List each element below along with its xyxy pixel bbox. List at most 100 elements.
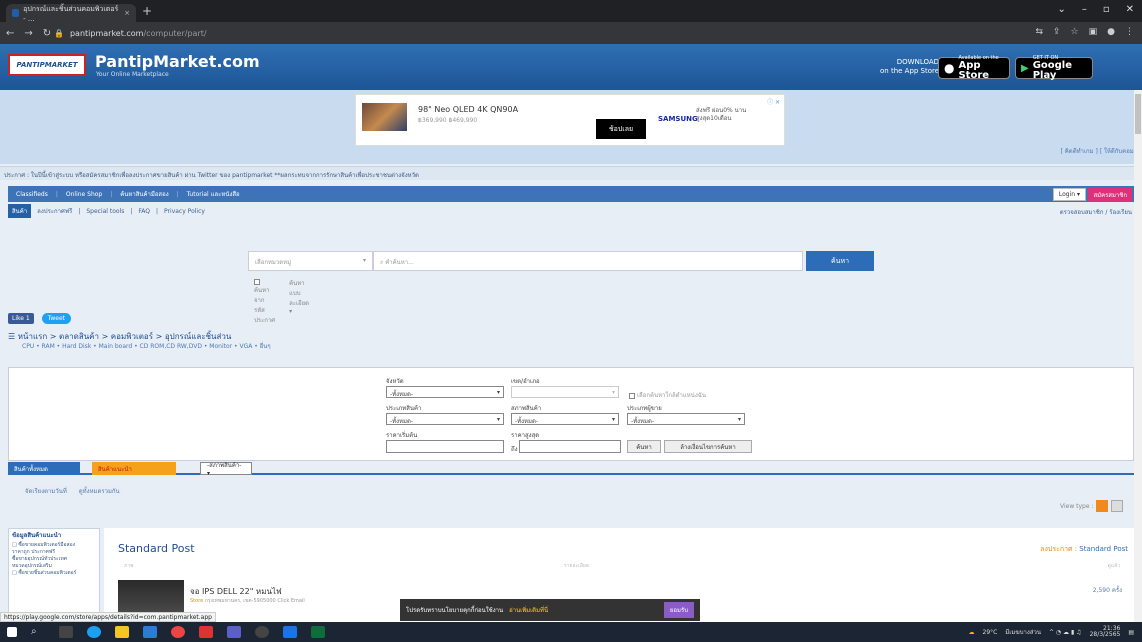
sort-by-date[interactable]: จัดเรียงตามวันที่	[22, 485, 70, 497]
subnav-post-free[interactable]: ลงประกาศฟรี	[31, 206, 78, 216]
nav-buttons: ← → ↻	[6, 28, 54, 39]
nav-secondhand[interactable]: ค้นหาสินค้ามือสอง	[112, 189, 176, 199]
translate-icon[interactable]: ⇆	[1035, 27, 1043, 37]
scrollbar-thumb[interactable]	[1135, 94, 1141, 134]
lock-icon[interactable]: 🔒	[54, 29, 64, 38]
search-icon[interactable]: ⌕	[31, 626, 45, 638]
price-max-input[interactable]	[519, 440, 621, 453]
pantipmarket-logo[interactable]: PANTIPMARKET	[8, 54, 86, 76]
checkbox[interactable]	[629, 392, 635, 399]
store-icon[interactable]	[143, 626, 157, 638]
new-tab-button[interactable]: +	[142, 4, 152, 18]
seller-type-select[interactable]: -ทั้งหมด- ▾	[627, 413, 745, 425]
list-view-icon[interactable]	[1096, 500, 1109, 512]
nav-online-shop[interactable]: Online Shop	[58, 191, 110, 198]
page-scrollbar[interactable]	[1134, 90, 1142, 622]
category-placeholder: เลือกหมวดหมู่	[255, 259, 292, 266]
task-view-icon[interactable]	[59, 626, 73, 638]
near-label: เลือกค้นหาใกล้ตำแหน่งฉัน	[637, 392, 706, 399]
tab-all-products[interactable]: สินค้าทั้งหมด	[8, 462, 80, 475]
file-explorer-icon[interactable]	[115, 626, 129, 638]
cookie-banner: โปรดรับทราบนโยบายคุกกี้ก่อนใช้งาน อ่านเพ…	[400, 599, 700, 621]
ad-image	[362, 103, 407, 131]
province-select[interactable]: -ทั้งหมด- ▾	[386, 386, 504, 398]
back-icon[interactable]: ←	[6, 28, 14, 39]
filter-search-button[interactable]: ค้นหา	[627, 440, 661, 453]
googleplay-big: Google Play	[1032, 60, 1073, 81]
type-label: ประเภทสินค้า	[386, 405, 422, 412]
close-window-icon[interactable]: ✕	[1126, 4, 1134, 15]
near-me-option[interactable]: เลือกค้นหาใกล้ตำแหน่งฉัน	[629, 390, 706, 400]
address-bar[interactable]: pantipmarket.com/computer/part/	[70, 29, 207, 38]
tab-close-icon[interactable]: ×	[124, 9, 130, 17]
subnav-privacy[interactable]: Privacy Policy	[158, 208, 211, 215]
side-links[interactable]: [ คิดดีทำเกม ] [ ให้ดีกับคอม ]	[1061, 146, 1138, 156]
url-host: pantipmarket.com	[69, 28, 144, 38]
app-icon[interactable]	[199, 626, 213, 638]
facebook-like-button[interactable]: Like 1	[8, 313, 34, 324]
login-button[interactable]: Login ▾	[1052, 188, 1086, 201]
checkbox[interactable]	[254, 278, 260, 285]
condition-select[interactable]: -ทั้งหมด- ▾	[511, 413, 619, 425]
grid-view-icon[interactable]	[1111, 500, 1124, 512]
nav-classifieds[interactable]: Classifieds	[8, 191, 56, 198]
view-type-label: View type :	[1060, 502, 1094, 510]
price-min-input[interactable]	[386, 440, 504, 453]
tray-icons[interactable]: ^ ◔ ☁ ▮ ♫	[1049, 629, 1082, 636]
advanced-search-link[interactable]: ค้นหาแบบละเอียด ▾	[289, 278, 309, 325]
weather-temp[interactable]: 29°C	[983, 629, 998, 636]
post-type-link[interactable]: ลงประกาศ : Standard Post	[1040, 544, 1128, 555]
search-button[interactable]: ค้นหา	[806, 251, 874, 271]
twitter-tweet-button[interactable]: Tweet	[41, 313, 72, 324]
report-link[interactable]: ตรวจสอบสมาชิก / ร้องเรียน	[1060, 207, 1132, 217]
maximize-icon[interactable]: ▫	[1103, 4, 1110, 15]
subcategory-links[interactable]: CPU • RAM • Hard Disk • Main board • CD …	[22, 341, 271, 351]
google-play-button[interactable]: ▶ GET IT ON Google Play	[1015, 55, 1093, 81]
tab-search-icon[interactable]: ▣	[1089, 27, 1098, 37]
app-icon[interactable]	[227, 626, 241, 638]
forward-icon[interactable]: →	[24, 28, 32, 39]
clock[interactable]: 21:36 28/3/2565	[1090, 626, 1121, 638]
register-button[interactable]: สมัครสมาชิก	[1088, 188, 1132, 202]
windows-start-icon[interactable]	[7, 627, 17, 637]
type-select[interactable]: -ทั้งหมด- ▾	[386, 413, 504, 425]
search-input[interactable]: ⌕ คำค้นหา...	[373, 251, 803, 271]
subnav-products[interactable]: สินค้า	[8, 204, 32, 218]
app-store-button[interactable]: ● Available on the App Store	[938, 55, 1010, 81]
weather-icon[interactable]: ☁	[969, 629, 975, 636]
cookie-policy-link[interactable]: อ่านเพิ่มเติมที่นี่	[509, 605, 548, 615]
sidebox-line[interactable]: □ ซื้อขายคอมพิวเตอร์มือสอง	[12, 542, 96, 549]
cookie-accept-button[interactable]: ยอมรับ	[663, 602, 694, 618]
reload-icon[interactable]: ↻	[43, 28, 51, 39]
ad-close-icon[interactable]: ⓘ ✕	[767, 97, 780, 106]
reset-filter-button[interactable]: ล้างเงื่อนไขการค้นหา	[664, 440, 752, 453]
edge-icon[interactable]	[87, 626, 101, 638]
notification-icon[interactable]: ▤	[1128, 629, 1134, 636]
browser-tab[interactable]: อุปกรณ์และชิ้นส่วนคอมพิวเตอร์ - ... ×	[6, 4, 136, 23]
ad-shop-button[interactable]: ช้อปเลย	[596, 119, 646, 139]
view-all-combined[interactable]: ดูทั้งหมดรวมกัน	[75, 485, 123, 497]
profile-icon[interactable]: ●	[1107, 27, 1115, 37]
star-icon[interactable]: ☆	[1071, 27, 1079, 37]
chevron-down-icon[interactable]: ⌄	[1057, 4, 1065, 15]
share-icon[interactable]: ⇪	[1053, 27, 1061, 37]
condition-filter-select[interactable]: -สภาพสินค้า- ▾	[200, 462, 252, 477]
app-icon[interactable]	[255, 626, 269, 638]
category-select[interactable]: เลือกหมวดหมู่ ▾	[248, 251, 373, 271]
chrome-icon[interactable]	[171, 626, 185, 638]
subnav-special-tools[interactable]: Special tools	[80, 208, 130, 215]
minimize-icon[interactable]: –	[1082, 4, 1087, 15]
menu-icon[interactable]: ⋮	[1125, 27, 1134, 37]
subnav-faq[interactable]: FAQ	[132, 208, 156, 215]
nav-tutorial[interactable]: Tutorial และหนังสือ	[179, 189, 248, 199]
tab-recommended[interactable]: สินค้าแนะนำ	[92, 462, 176, 475]
district-select[interactable]: ▾	[511, 386, 619, 398]
download-text: DOWNLOAD on the App Store	[880, 58, 939, 76]
samsung-ad[interactable]: 98" Neo QLED 4K QN90A ฿369,990 ฿469,990 …	[355, 94, 785, 146]
app-icon[interactable]	[311, 626, 325, 638]
search-by-id-option[interactable]: ค้นหาจากรหัสประกาศ	[254, 278, 275, 325]
sidebox-line[interactable]: □ ซื้อขายชิ้นส่วนคอมพิวเตอร์	[12, 570, 96, 577]
brand-title[interactable]: PantipMarket.com	[95, 52, 260, 71]
store-badge[interactable]: Store	[190, 598, 203, 604]
app-icon[interactable]	[283, 626, 297, 638]
